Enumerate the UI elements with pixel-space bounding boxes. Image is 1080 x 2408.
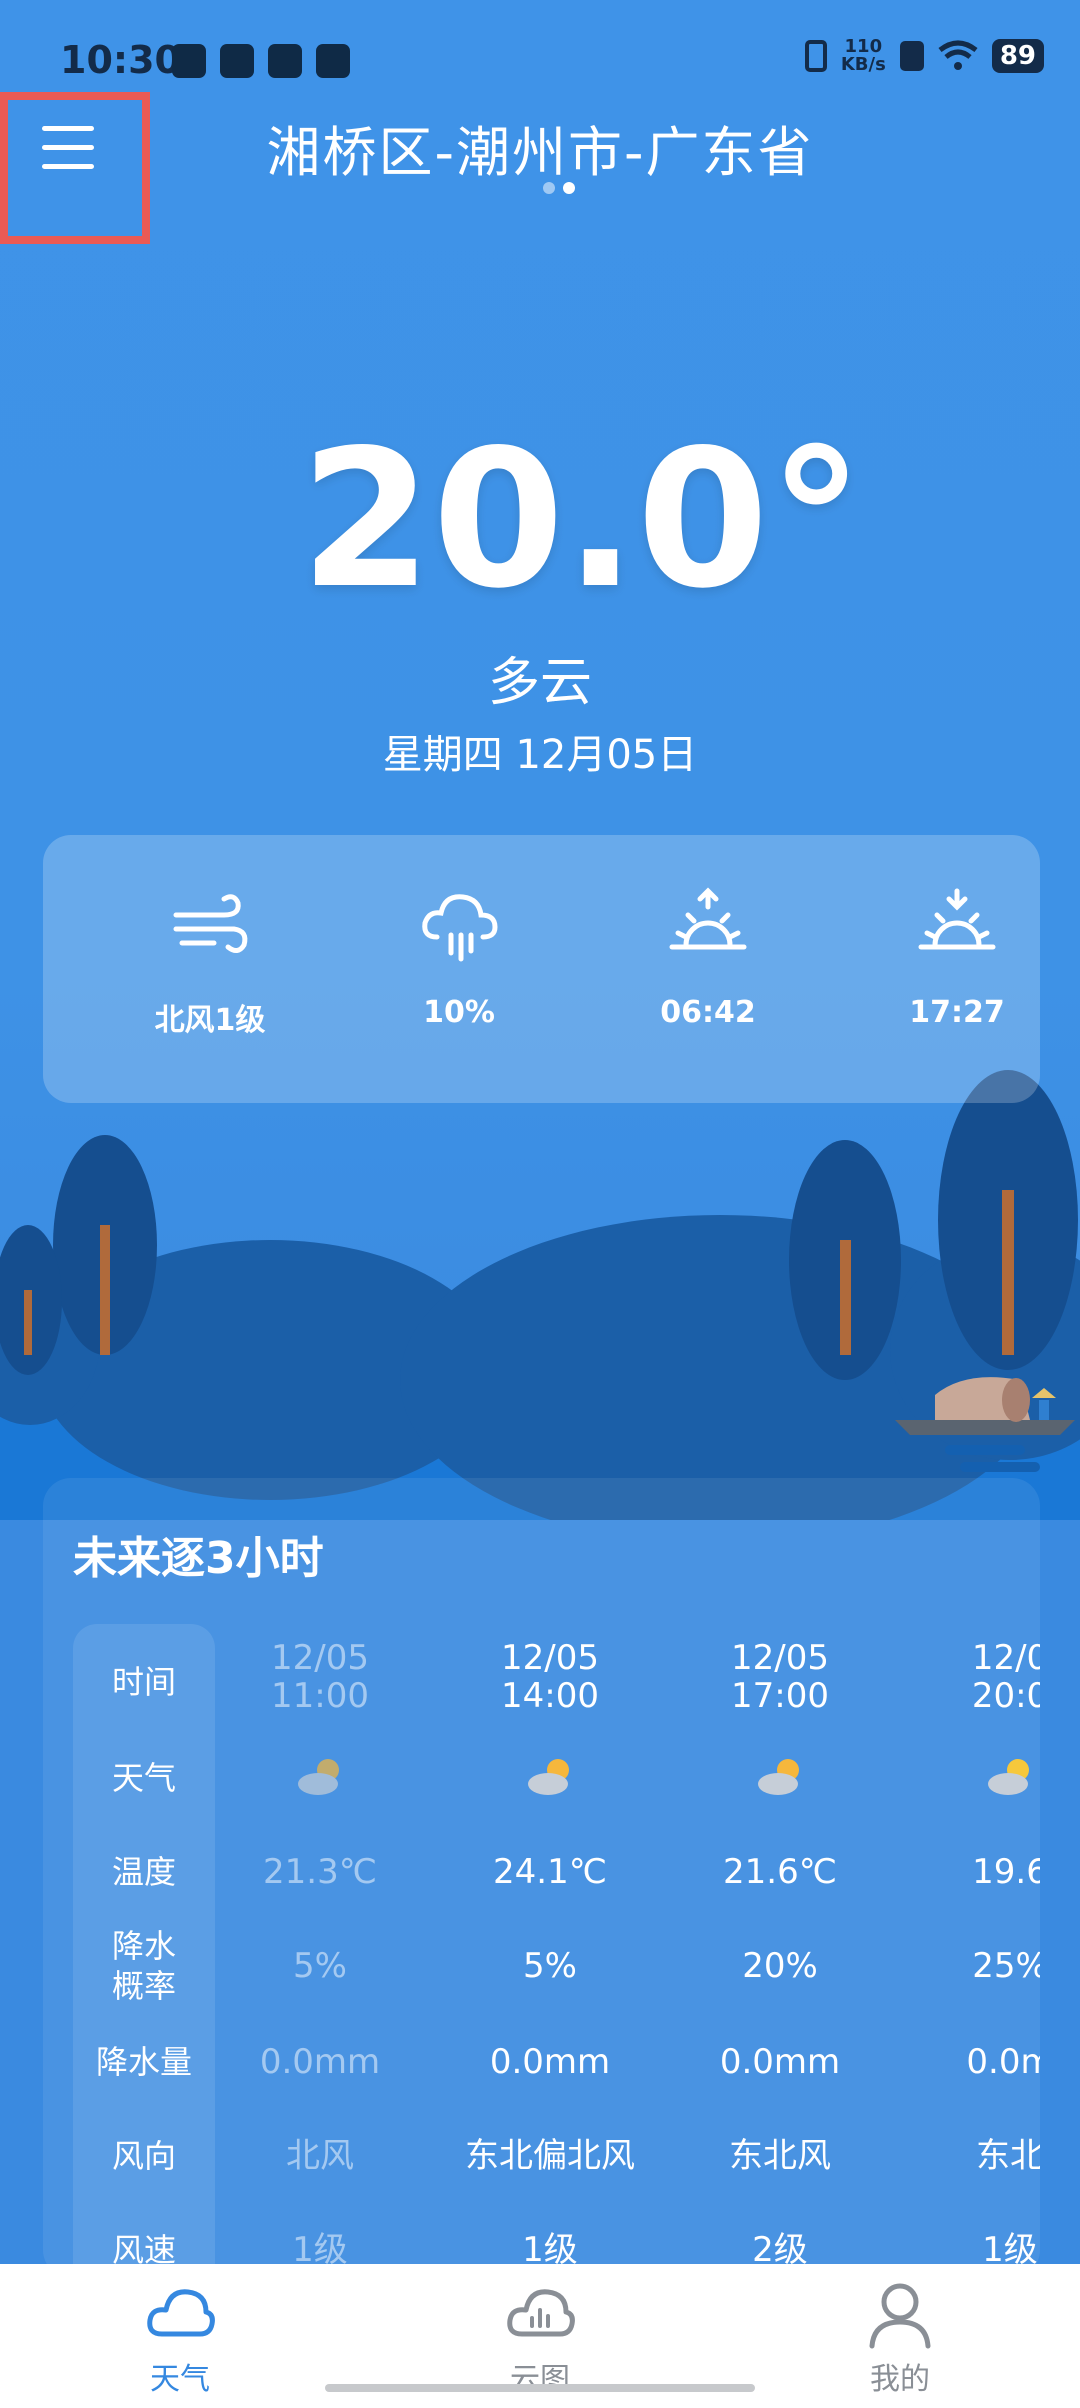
tab-label: 天气 <box>150 2362 210 2397</box>
detail-label: 北风1级 <box>154 1003 266 1038</box>
detail-label: 17:27 <box>909 995 1005 1030</box>
wifi-icon <box>938 40 978 70</box>
cloud-map-icon <box>507 2289 575 2337</box>
status-right: 110 KB/s 89 <box>804 36 1044 75</box>
sunrise-icon <box>669 887 747 950</box>
partly-cloudy-icon <box>758 1759 799 1795</box>
weather-condition: 多云 <box>487 653 592 713</box>
status-time: 10:30 <box>60 38 181 82</box>
detail-precip: 10% <box>359 885 559 1030</box>
current-temperature: 20.0° <box>300 409 864 630</box>
home-indicator[interactable] <box>325 2384 755 2392</box>
detail-sunrise: 06:42 <box>608 885 808 1030</box>
tab-profile[interactable]: 我的 <box>800 2278 1000 2398</box>
cloud-icon <box>147 2289 215 2337</box>
tiktok-icon <box>268 44 302 78</box>
app-notification-icon <box>220 44 254 78</box>
bottom-nav: 天气 云图 我的 <box>0 2264 1080 2408</box>
app-notification-icon <box>316 44 350 78</box>
profile-icon <box>869 2283 931 2349</box>
network-speed: 110 KB/s <box>840 36 886 75</box>
detail-wind: 北风1级 <box>110 885 310 1039</box>
row-label-temp: 温度 <box>111 1853 176 1891</box>
row-label-weather: 天气 <box>111 1759 176 1797</box>
page-dot <box>543 182 555 194</box>
forecast-title: 未来逐3小时 <box>73 1533 324 1584</box>
tab-label: 我的 <box>870 2362 930 2397</box>
row-label-precip: 降水量 <box>95 2043 192 2081</box>
detail-sunset: 17:27 <box>857 885 1057 1030</box>
status-bar: 10:30 110 KB/s 89 <box>60 38 1044 90</box>
sim-icon <box>899 41 924 71</box>
page-dot-active <box>563 182 575 194</box>
app-notification-icon <box>172 44 206 78</box>
partly-cloudy-icon <box>298 1759 339 1795</box>
weather-details-card: 北风1级 10% 06:42 17:27 <box>43 835 1040 1103</box>
rain-cloud-icon <box>422 894 498 962</box>
location-title[interactable]: 湘桥区-潮州市-广东省 <box>0 108 1080 187</box>
row-label-precip-prob: 降水 概率 <box>111 1927 176 2005</box>
forecast-row-labels: 时间 天气 温度 降水 概率 降水量 风向 风速 <box>73 1624 215 2278</box>
tab-weather[interactable]: 天气 <box>80 2278 280 2398</box>
row-label-time: 时间 <box>111 1663 176 1701</box>
page-indicator <box>543 182 575 194</box>
battery-indicator: 89 <box>991 39 1044 73</box>
notification-icons <box>172 44 350 78</box>
tab-cloud-map[interactable]: 云图 <box>440 2278 640 2398</box>
wind-icon <box>173 894 248 953</box>
detail-label: 10% <box>423 995 495 1030</box>
hourly-forecast-card: 未来逐3小时 时间 天气 温度 降水 概率 降水量 风向 风速 12/05 11… <box>43 1478 1040 2278</box>
partly-cloudy-icon <box>528 1759 569 1795</box>
detail-label: 06:42 <box>660 995 756 1030</box>
sunset-icon <box>918 888 996 950</box>
vibrate-icon <box>804 40 827 72</box>
current-date: 星期四 12月05日 <box>382 732 698 778</box>
row-label-wind-dir: 风向 <box>111 2137 176 2175</box>
partly-cloudy-icon <box>988 1759 1029 1795</box>
